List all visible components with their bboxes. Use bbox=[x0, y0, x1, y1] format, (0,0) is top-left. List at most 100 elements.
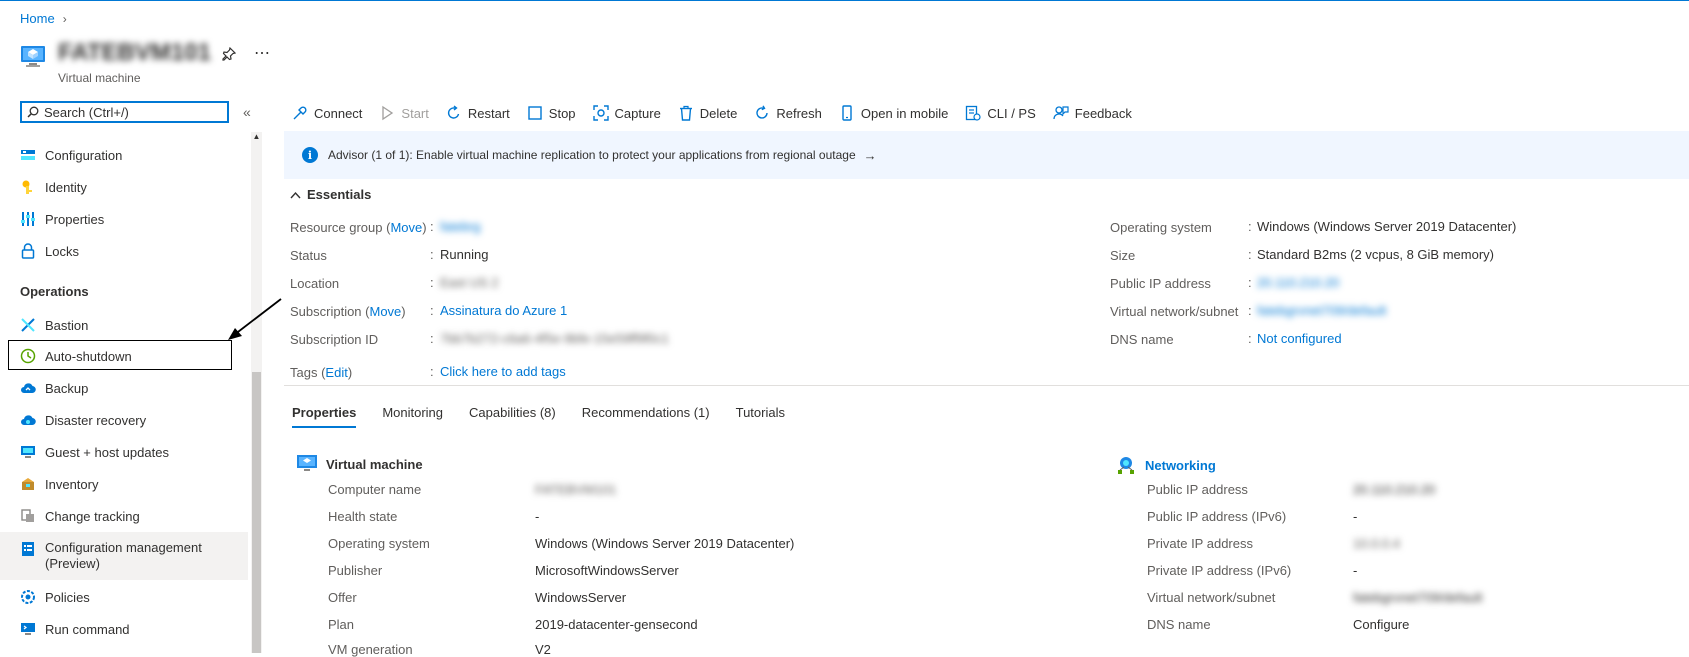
sidebar-item-disaster-recovery[interactable]: Disaster recovery bbox=[20, 406, 248, 434]
prop-value: WindowsServer bbox=[535, 590, 627, 605]
sidebar-item-label: Change tracking bbox=[45, 508, 140, 524]
delete-button[interactable]: Delete bbox=[678, 105, 738, 121]
resource-group-label: Resource group bbox=[290, 219, 383, 235]
size-row: Size bbox=[1110, 245, 1135, 265]
annotation-arrow bbox=[228, 298, 282, 340]
resource-group-row: Resource group (Move) bbox=[290, 219, 427, 235]
move-resource-group-link[interactable]: Move bbox=[390, 220, 422, 235]
monitor-icon bbox=[21, 446, 35, 458]
more-options-icon[interactable]: ⋯ bbox=[254, 43, 271, 63]
colon: : bbox=[430, 364, 434, 379]
start-button[interactable]: Start bbox=[379, 105, 429, 121]
location-label: Location bbox=[290, 275, 340, 291]
sidebar-item-bastion[interactable]: Bastion bbox=[20, 311, 248, 339]
sidebar-item-policies[interactable]: Policies bbox=[20, 583, 248, 611]
lock-icon bbox=[21, 243, 35, 259]
subscription-value[interactable]: Assinatura do Azure 1 bbox=[440, 303, 567, 318]
prop-value[interactable]: 20.110.210.20 bbox=[1353, 482, 1435, 497]
prop-label: Publisher bbox=[328, 563, 383, 578]
sidebar-item-configuration-management[interactable]: Configuration management (Preview) bbox=[0, 532, 248, 580]
sidebar-item-label: Disaster recovery bbox=[45, 412, 147, 428]
prop-value[interactable]: fatebgrvnet709/default bbox=[1353, 590, 1482, 605]
sidebar-item-guest-host-updates[interactable]: Guest + host updates bbox=[20, 438, 248, 466]
chevron-up-icon bbox=[290, 191, 301, 198]
prop-label: Health state bbox=[328, 509, 398, 524]
colon: : bbox=[1248, 247, 1252, 262]
tab-recommendations[interactable]: Recommendations (1) bbox=[582, 405, 710, 428]
prop-value: V2 bbox=[535, 642, 551, 657]
search-input[interactable] bbox=[44, 104, 214, 120]
dns-value[interactable]: Not configured bbox=[1257, 331, 1342, 346]
search-box[interactable] bbox=[20, 101, 229, 123]
restart-button[interactable]: Restart bbox=[446, 105, 510, 121]
vm-properties-title-text: Virtual machine bbox=[326, 456, 423, 472]
prop-value: Windows (Windows Server 2019 Datacenter) bbox=[535, 536, 795, 551]
open-in-mobile-label: Open in mobile bbox=[860, 105, 949, 121]
prop-label: Virtual network/subnet bbox=[1147, 590, 1276, 605]
essentials-toggle[interactable]: Essentials bbox=[290, 187, 371, 202]
connect-label: Connect bbox=[314, 105, 363, 121]
start-label: Start bbox=[401, 105, 429, 121]
restart-label: Restart bbox=[467, 105, 510, 121]
feedback-button[interactable]: Feedback bbox=[1053, 105, 1132, 121]
virtual-machine-icon bbox=[297, 455, 317, 471]
stop-button[interactable]: Stop bbox=[527, 105, 576, 121]
sidebar-item-change-tracking[interactable]: Change tracking bbox=[20, 502, 248, 530]
sidebar-item-locks[interactable]: Locks bbox=[20, 237, 248, 265]
connect-button[interactable]: Connect bbox=[292, 105, 362, 121]
networking-title: Networking bbox=[1116, 455, 1216, 475]
scrollbar-thumb[interactable] bbox=[252, 372, 261, 653]
add-tags-link[interactable]: Click here to add tags bbox=[440, 364, 566, 379]
breadcrumb-home[interactable]: Home bbox=[20, 11, 55, 26]
trash-icon bbox=[679, 105, 692, 121]
advisor-banner[interactable]: i Advisor (1 of 1): Enable virtual machi… bbox=[284, 131, 1689, 179]
capture-button[interactable]: Capture bbox=[592, 105, 661, 121]
open-in-mobile-button[interactable]: Open in mobile bbox=[839, 105, 948, 121]
colon: : bbox=[430, 303, 434, 318]
play-icon bbox=[382, 105, 394, 121]
resource-group-value[interactable]: fatebrg bbox=[440, 219, 480, 234]
colon: : bbox=[430, 247, 434, 262]
sidebar-item-identity[interactable]: Identity bbox=[20, 173, 248, 201]
networking-icon bbox=[1118, 457, 1134, 474]
collapse-sidebar-icon[interactable]: « bbox=[243, 104, 251, 120]
subscription-id-row: Subscription ID bbox=[290, 329, 378, 349]
scroll-up-icon[interactable]: ▲ bbox=[251, 132, 262, 144]
refresh-button[interactable]: Refresh bbox=[754, 105, 822, 121]
networking-link[interactable]: Networking bbox=[1145, 458, 1216, 473]
pin-icon[interactable] bbox=[222, 47, 236, 61]
tab-monitoring[interactable]: Monitoring bbox=[382, 405, 443, 428]
advisor-message: Advisor (1 of 1): Enable virtual machine… bbox=[328, 148, 856, 162]
sidebar-item-label: Configuration management (Preview) bbox=[45, 540, 202, 571]
prop-value: 2019-datacenter-gensecond bbox=[535, 617, 698, 632]
sidebar-item-properties[interactable]: Properties bbox=[20, 205, 248, 233]
os-row: Operating system bbox=[1110, 217, 1212, 237]
info-icon: i bbox=[302, 147, 318, 163]
move-subscription-link[interactable]: Move bbox=[370, 304, 402, 319]
size-value: Standard B2ms (2 vcpus, 8 GiB memory) bbox=[1257, 247, 1494, 262]
sidebar-item-configuration[interactable]: Configuration bbox=[20, 141, 248, 169]
tab-properties[interactable]: Properties bbox=[292, 405, 357, 428]
public-ip-value[interactable]: 20.110.210.20 bbox=[1257, 275, 1339, 290]
cli-ps-button[interactable]: CLI / PS bbox=[965, 105, 1036, 121]
sidebar-item-inventory[interactable]: Inventory bbox=[20, 470, 248, 498]
sidebar-item-run-command[interactable]: Run command bbox=[20, 615, 248, 643]
status-row: Status bbox=[290, 245, 327, 265]
tags-row: Tags (Edit) bbox=[290, 364, 353, 380]
essentials-title: Essentials bbox=[307, 187, 372, 202]
colon: : bbox=[1248, 331, 1252, 346]
inventory-icon bbox=[22, 478, 34, 490]
configure-dns-link[interactable]: Configure bbox=[1353, 617, 1409, 632]
vnet-value[interactable]: fatebgrvnet709/default bbox=[1257, 303, 1386, 318]
edit-tags-link[interactable]: Edit bbox=[325, 365, 347, 380]
sidebar-item-backup[interactable]: Backup bbox=[20, 374, 248, 402]
highlight-box bbox=[8, 340, 232, 370]
delete-label: Delete bbox=[699, 105, 738, 121]
identity-icon bbox=[22, 180, 32, 194]
tab-capabilities[interactable]: Capabilities (8) bbox=[469, 405, 556, 428]
tab-tutorials[interactable]: Tutorials bbox=[736, 405, 785, 428]
sidebar-item-label: Run command bbox=[45, 621, 130, 637]
config-management-icon bbox=[22, 542, 34, 556]
vm-properties-title: Virtual machine bbox=[297, 455, 423, 473]
colon: : bbox=[430, 275, 434, 290]
